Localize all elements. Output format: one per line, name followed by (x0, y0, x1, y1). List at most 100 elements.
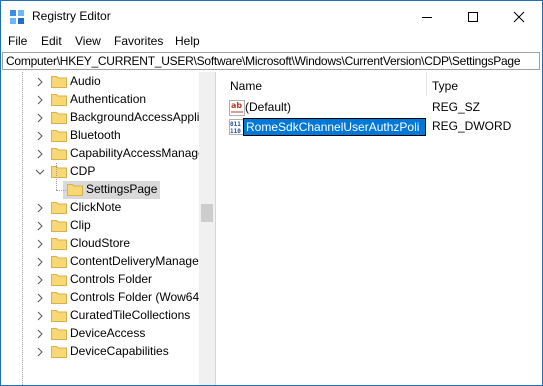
folder-icon (51, 130, 67, 142)
key-tree[interactable]: Audio Authentication BackgroundAccessAppli… (1, 72, 215, 385)
value-row[interactable]: ab (Default) REG_SZ (222, 99, 542, 117)
tree-item[interactable]: DeviceCapabilities (1, 343, 199, 361)
chevron-right-icon[interactable] (35, 131, 45, 141)
tree-item-label: CDP (70, 164, 96, 178)
close-button[interactable] (496, 1, 542, 32)
menu-edit[interactable]: Edit (41, 34, 62, 48)
pane-splitter[interactable] (215, 72, 219, 385)
close-icon (513, 11, 525, 22)
tree-item-label: Clip (70, 218, 91, 232)
tree-item-label: CloudStore (70, 236, 131, 250)
tree-item[interactable]: Controls Folder (Wow64) (1, 289, 203, 307)
tree-item[interactable]: ContentDeliveryManage (1, 253, 199, 271)
value-type: REG_SZ (432, 100, 481, 114)
tree-item-label: Controls Folder (70, 272, 153, 286)
chevron-right-icon[interactable] (35, 347, 45, 357)
folder-icon (51, 292, 67, 304)
tree-item[interactable]: ClickNote (1, 199, 199, 217)
folder-icon (67, 184, 83, 196)
tree-scrollbar[interactable] (199, 72, 215, 385)
value-type: REG_DWORD (432, 119, 512, 133)
folder-icon (51, 220, 67, 232)
folder-icon (51, 274, 67, 286)
address-bar[interactable]: Computer\HKEY_CURRENT_USER\Software\Micr… (2, 52, 540, 70)
menu-favorites[interactable]: Favorites (114, 34, 163, 48)
tree-item[interactable]: Bluetooth (1, 127, 199, 145)
folder-icon (51, 310, 67, 322)
folder-icon (51, 112, 67, 124)
registry-cube-icon (10, 10, 24, 24)
column-header-name[interactable]: Name (222, 72, 426, 96)
tree-item-label: DeviceCapabilities (70, 344, 169, 358)
tree-item-label: Authentication (70, 92, 147, 106)
chevron-right-icon[interactable] (35, 149, 45, 159)
tree-item-label: CuratedTileCollections (70, 308, 191, 322)
chevron-right-icon[interactable] (35, 257, 45, 267)
string-value-icon: ab (229, 100, 245, 116)
chevron-right-icon[interactable] (35, 113, 45, 123)
tree-item-label: ContentDeliveryManage (70, 254, 199, 268)
chevron-right-icon[interactable] (35, 221, 45, 231)
tree-item[interactable]: DeviceAccess (1, 325, 199, 343)
column-header-name-label: Name (230, 79, 263, 93)
tree-item[interactable]: CuratedTileCollections (1, 307, 199, 325)
svg-text:ab: ab (231, 101, 242, 110)
menu-help[interactable]: Help (175, 34, 200, 48)
chevron-right-icon[interactable] (35, 239, 45, 249)
tree-scrollbar-thumb[interactable] (201, 204, 213, 222)
tree-item-label: Controls Folder (Wow64) (70, 290, 204, 304)
column-header-type[interactable]: Type (427, 72, 542, 96)
rename-edit-box[interactable]: RomeSdkChannelUserAuthzPoli (243, 118, 426, 136)
tree-item[interactable]: CDP (1, 163, 199, 181)
tree-item[interactable]: CapabilityAccessManage (1, 145, 205, 163)
chevron-right-icon[interactable] (35, 77, 45, 87)
minimize-button[interactable] (404, 1, 450, 32)
tree-item-label: ClickNote (70, 200, 122, 214)
folder-icon (51, 76, 67, 88)
tree-item[interactable]: Audio (1, 73, 199, 91)
tree-item[interactable]: Clip (1, 217, 199, 235)
tree-item[interactable]: SettingsPage (1, 163, 199, 199)
folder-icon (51, 346, 67, 358)
folder-icon (51, 148, 67, 160)
folder-icon (51, 328, 67, 340)
folder-icon (51, 94, 67, 106)
value-name: (Default) (245, 100, 292, 114)
menu-view[interactable]: View (75, 34, 101, 48)
tree-item[interactable]: CloudStore (1, 235, 199, 253)
tree-item[interactable]: BackgroundAccessAppli (1, 109, 199, 127)
registry-editor-window: Registry Editor File Edit View Favorites… (0, 0, 543, 386)
chevron-right-icon[interactable] (35, 311, 45, 321)
svg-text:110: 110 (230, 128, 241, 135)
tree-item[interactable]: Controls Folder (1, 271, 199, 289)
folder-icon (51, 256, 67, 268)
folder-icon (51, 166, 67, 178)
tree-guide-line (56, 163, 57, 190)
maximize-button[interactable] (450, 1, 496, 32)
folder-icon (51, 202, 67, 214)
folder-icon (51, 238, 67, 250)
tree-item-label: DeviceAccess (70, 326, 146, 340)
tree-item-label: BackgroundAccessAppli (70, 110, 200, 124)
tree-item[interactable]: Authentication (1, 91, 199, 109)
tree-item-label: SettingsPage (86, 182, 158, 196)
chevron-right-icon[interactable] (35, 275, 45, 285)
svg-text:011: 011 (230, 121, 241, 128)
tree-item-label: Bluetooth (70, 128, 121, 142)
chevron-down-icon[interactable] (35, 167, 45, 177)
chevron-right-icon[interactable] (35, 95, 45, 105)
menu-file[interactable]: File (8, 34, 27, 48)
values-pane[interactable]: Name Type ab (Default) REG_SZ 011 110 Ro… (222, 72, 542, 385)
chevron-right-icon[interactable] (35, 293, 45, 303)
maximize-icon (468, 11, 478, 22)
address-path: Computer\HKEY_CURRENT_USER\Software\Micr… (6, 54, 521, 68)
column-header-type-label: Type (432, 79, 459, 93)
minimize-icon (422, 16, 432, 18)
value-row-editing[interactable]: 011 110 RomeSdkChannelUserAuthzPoli REG_… (222, 118, 542, 136)
chevron-right-icon[interactable] (35, 203, 45, 213)
window-title: Registry Editor (32, 9, 111, 23)
chevron-right-icon[interactable] (35, 329, 45, 339)
title-bar[interactable]: Registry Editor (1, 1, 542, 32)
tree-item-label: CapabilityAccessManage (70, 146, 205, 160)
rename-edit-text: RomeSdkChannelUserAuthzPoli (246, 120, 420, 134)
